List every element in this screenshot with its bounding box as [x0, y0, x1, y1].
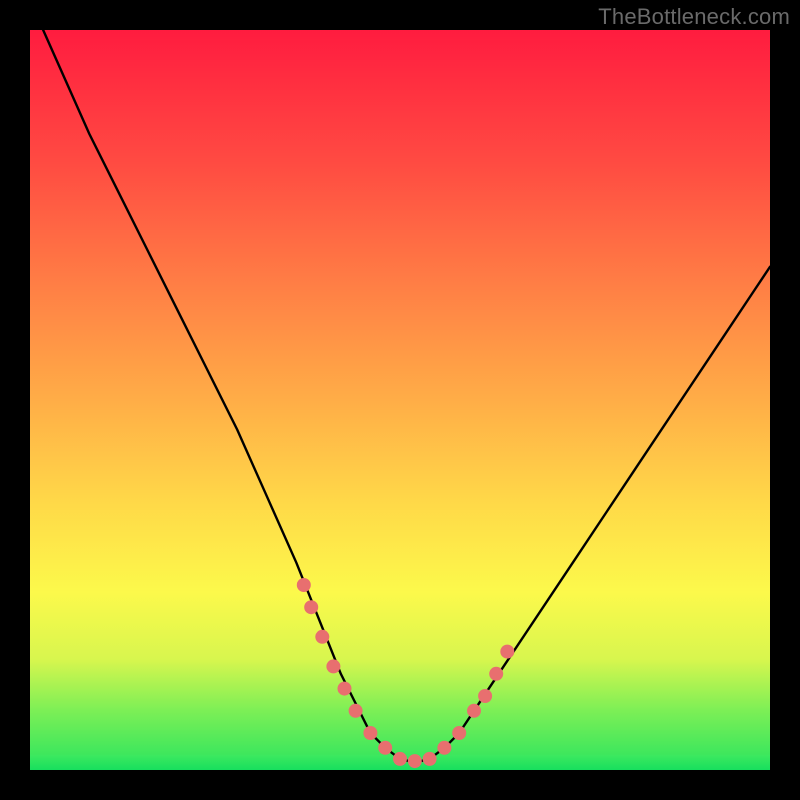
marker-dot: [349, 704, 363, 718]
chart-plot-area: [30, 30, 770, 770]
marker-dot: [378, 741, 392, 755]
marker-dot: [304, 600, 318, 614]
marker-dot: [297, 578, 311, 592]
marker-dot: [315, 630, 329, 644]
marker-dot: [326, 659, 340, 673]
marker-dot: [489, 667, 503, 681]
marker-dot: [478, 689, 492, 703]
watermark-text: TheBottleneck.com: [598, 4, 790, 30]
marker-dots-group: [297, 578, 515, 768]
marker-dot: [363, 726, 377, 740]
marker-dot: [338, 682, 352, 696]
marker-dot: [467, 704, 481, 718]
marker-dot: [500, 645, 514, 659]
chart-svg: [30, 30, 770, 770]
bottleneck-curve-group: [30, 0, 770, 762]
marker-dot: [452, 726, 466, 740]
marker-dot: [393, 752, 407, 766]
marker-dot: [423, 752, 437, 766]
bottleneck-curve: [30, 0, 770, 762]
marker-dot: [408, 754, 422, 768]
marker-dot: [437, 741, 451, 755]
chart-frame: TheBottleneck.com: [0, 0, 800, 800]
